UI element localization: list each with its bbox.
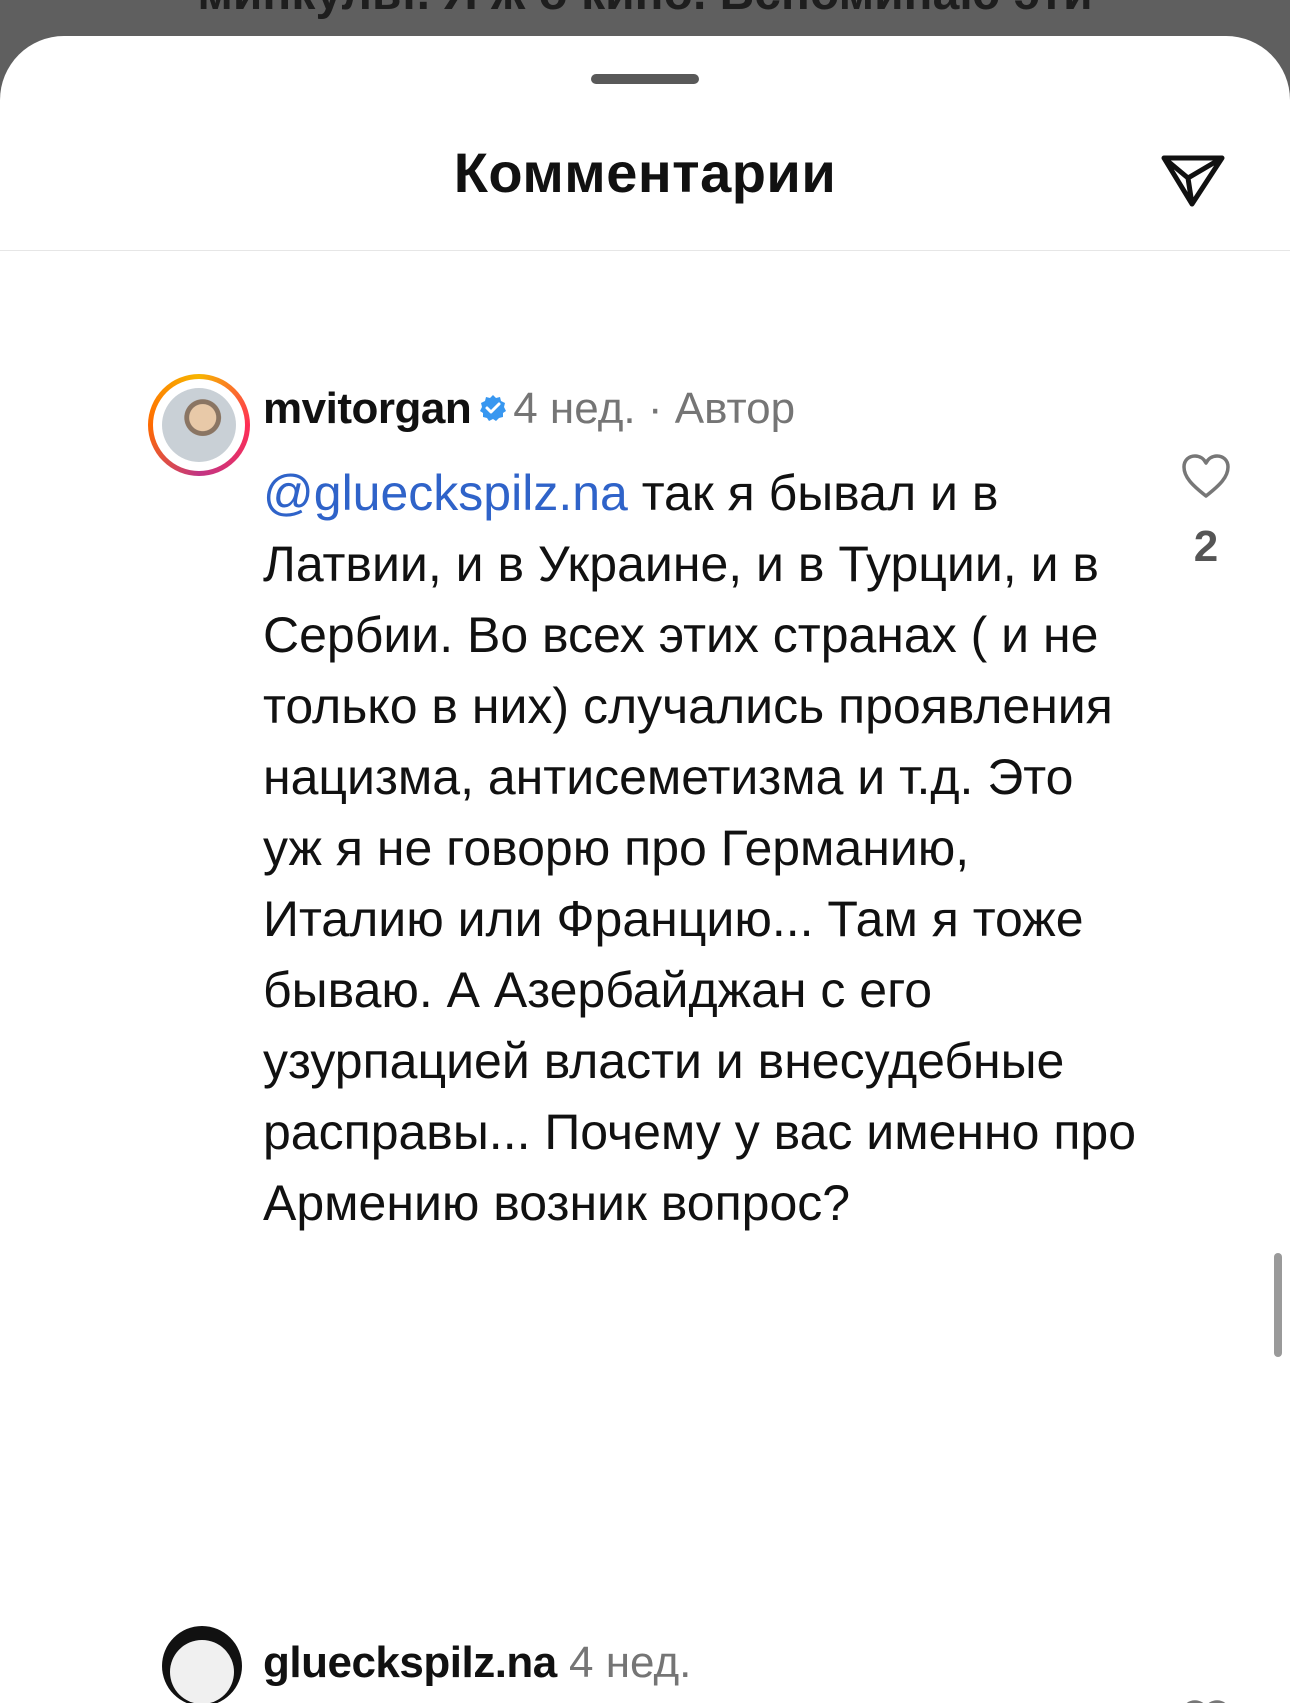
author-label: Автор — [674, 384, 796, 433]
like-count: 2 — [1193, 522, 1219, 571]
background-post-text: минкульт. Я ж о кино. Вспоминаю эти — [0, 0, 1290, 21]
meta-separator: · — [647, 384, 663, 433]
sheet-grabber[interactable] — [591, 74, 699, 84]
comment-text: @glueckspilz.na так я бывал и в Латвии, … — [263, 458, 1143, 1239]
avatar — [162, 388, 236, 462]
comments-sheet: Комментарии mvitorgan 4 нед. · Автор @gl… — [0, 36, 1290, 1703]
comment-body: так я бывал и в Латвии, и в Украине, и в… — [263, 465, 1137, 1231]
avatar-story-ring[interactable] — [148, 374, 250, 476]
comment-meta: mvitorgan 4 нед. · Автор — [263, 384, 795, 434]
send-paper-plane-icon — [1161, 155, 1225, 207]
verified-badge-icon — [480, 395, 507, 422]
comment-time: 4 нед. — [569, 1638, 692, 1687]
mention-link[interactable]: @glueckspilz.na — [263, 465, 628, 521]
heart-outline-icon — [1182, 454, 1230, 498]
like-button[interactable] — [1180, 452, 1232, 500]
comment-username[interactable]: glueckspilz.na — [263, 1638, 557, 1687]
comment-meta: glueckspilz.na 4 нед. — [263, 1638, 691, 1688]
avatar[interactable] — [162, 1626, 242, 1703]
heart-outline-icon — [1186, 1700, 1226, 1703]
scrollbar[interactable] — [1274, 1253, 1282, 1357]
sheet-header: Комментарии — [0, 100, 1290, 251]
comment-username[interactable]: mvitorgan — [263, 384, 472, 433]
share-button[interactable] — [1158, 144, 1228, 214]
like-button[interactable] — [1180, 1698, 1232, 1703]
comment-time: 4 нед. — [513, 384, 636, 433]
sheet-title: Комментарии — [453, 141, 837, 204]
